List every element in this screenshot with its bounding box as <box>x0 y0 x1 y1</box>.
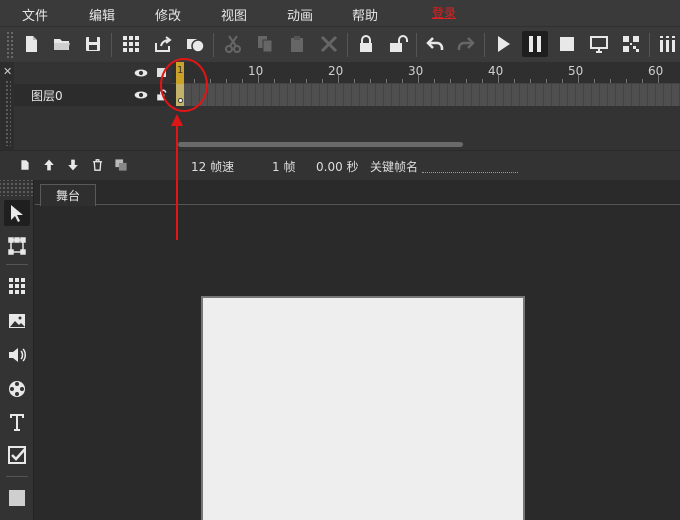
menu-animation[interactable]: 动画 <box>287 5 313 24</box>
toolbar-separator <box>111 33 112 57</box>
ruler-label: 50 <box>568 64 584 78</box>
stop-icon[interactable] <box>554 31 580 57</box>
keyframe-name-input[interactable] <box>422 157 518 173</box>
play-icon[interactable] <box>490 31 516 57</box>
timeline-panel: ✕ 10 20 30 40 50 60 1 图层0 12 帧速 1 帧 0.00… <box>0 62 680 180</box>
pause-icon[interactable] <box>522 31 548 57</box>
ruler-label: 30 <box>408 64 424 78</box>
toolbar-separator <box>484 33 485 57</box>
unlock-icon[interactable] <box>385 31 411 57</box>
cut-icon[interactable] <box>220 31 246 57</box>
frame-track[interactable] <box>176 84 680 106</box>
ruler-label: 20 <box>328 64 344 78</box>
menu-bar: 文件 编辑 修改 视图 动画 帮助 登录 <box>0 0 680 26</box>
move-down-icon[interactable] <box>65 157 81 173</box>
fps-readout: 12 帧速 <box>191 160 235 174</box>
tool-separator <box>6 476 28 477</box>
sound-icon[interactable] <box>4 342 30 368</box>
layer-row[interactable]: 图层0 <box>14 84 680 106</box>
grid-icon[interactable] <box>118 31 144 57</box>
app-window: 文件 编辑 修改 视图 动画 帮助 登录 ✕ 10 20 30 40 50 60… <box>0 0 680 520</box>
annotation-circle <box>160 58 208 112</box>
film-reel-icon[interactable] <box>4 376 30 402</box>
stage-area: 舞台 <box>35 180 680 520</box>
copy-layer-icon[interactable] <box>113 157 129 173</box>
ruler-label: 10 <box>248 64 264 78</box>
stage-canvas[interactable] <box>201 296 525 520</box>
timeline-footer: 12 帧速 1 帧 0.00 秒 关键帧名 <box>0 150 680 180</box>
toolbar-separator <box>649 33 650 57</box>
menu-login-link[interactable]: 登录 <box>432 4 456 21</box>
open-folder-icon[interactable] <box>49 31 75 57</box>
toolbar-separator <box>213 33 214 57</box>
rectangle-icon[interactable] <box>4 485 30 511</box>
menu-file[interactable]: 文件 <box>22 5 48 24</box>
eye-icon[interactable] <box>134 87 148 106</box>
new-layer-icon[interactable] <box>17 157 33 173</box>
save-icon[interactable] <box>80 31 106 57</box>
lock-icon[interactable] <box>353 31 379 57</box>
tool-panel-grip[interactable] <box>0 180 34 196</box>
time-readout: 0.00 秒 <box>316 160 359 174</box>
tool-separator <box>6 264 28 265</box>
menu-modify[interactable]: 修改 <box>155 5 181 24</box>
toolbar-separator <box>347 33 348 57</box>
timeline-grip[interactable]: ✕ <box>0 62 14 150</box>
grid-icon[interactable] <box>4 273 30 299</box>
move-up-icon[interactable] <box>41 157 57 173</box>
ruler-label: 40 <box>488 64 504 78</box>
shape-icon[interactable] <box>182 31 208 57</box>
timeline-scrollbar[interactable] <box>178 142 463 147</box>
paste-icon[interactable] <box>284 31 310 57</box>
layer-name[interactable]: 图层0 <box>31 87 63 104</box>
checkbox-icon[interactable] <box>4 442 30 468</box>
close-icon[interactable]: ✕ <box>3 65 12 78</box>
transform-icon[interactable] <box>4 233 30 259</box>
menu-help[interactable]: 帮助 <box>352 5 378 24</box>
grip-dots <box>5 80 11 146</box>
menu-edit[interactable]: 编辑 <box>89 5 115 24</box>
tool-panel <box>0 180 34 520</box>
toolbar-separator <box>416 33 417 57</box>
more-icon[interactable] <box>654 31 680 57</box>
copy-icon[interactable] <box>252 31 278 57</box>
main-toolbar <box>0 26 680 62</box>
eye-icon[interactable] <box>134 65 148 84</box>
text-icon[interactable] <box>4 409 30 435</box>
delete-icon[interactable] <box>316 31 342 57</box>
new-file-icon[interactable] <box>18 31 44 57</box>
undo-icon[interactable] <box>422 31 448 57</box>
frame-readout: 1 帧 <box>272 160 296 174</box>
trash-icon[interactable] <box>89 157 105 173</box>
preview-screen-icon[interactable] <box>586 31 612 57</box>
redo-icon[interactable] <box>453 31 479 57</box>
toolbar-grip[interactable] <box>6 31 14 59</box>
frame-ruler[interactable]: 10 20 30 40 50 60 <box>172 62 680 84</box>
select-arrow-icon[interactable] <box>4 200 30 226</box>
share-icon[interactable] <box>150 31 176 57</box>
menu-view[interactable]: 视图 <box>221 5 247 24</box>
tab-stage[interactable]: 舞台 <box>40 184 96 206</box>
qr-code-icon[interactable] <box>618 31 644 57</box>
keyframe-name-label: 关键帧名 <box>370 160 419 174</box>
ruler-label: 60 <box>648 64 664 78</box>
annotation-arrow <box>171 114 183 240</box>
image-icon[interactable] <box>4 308 30 334</box>
stage-tab-bar: 舞台 <box>35 180 680 206</box>
